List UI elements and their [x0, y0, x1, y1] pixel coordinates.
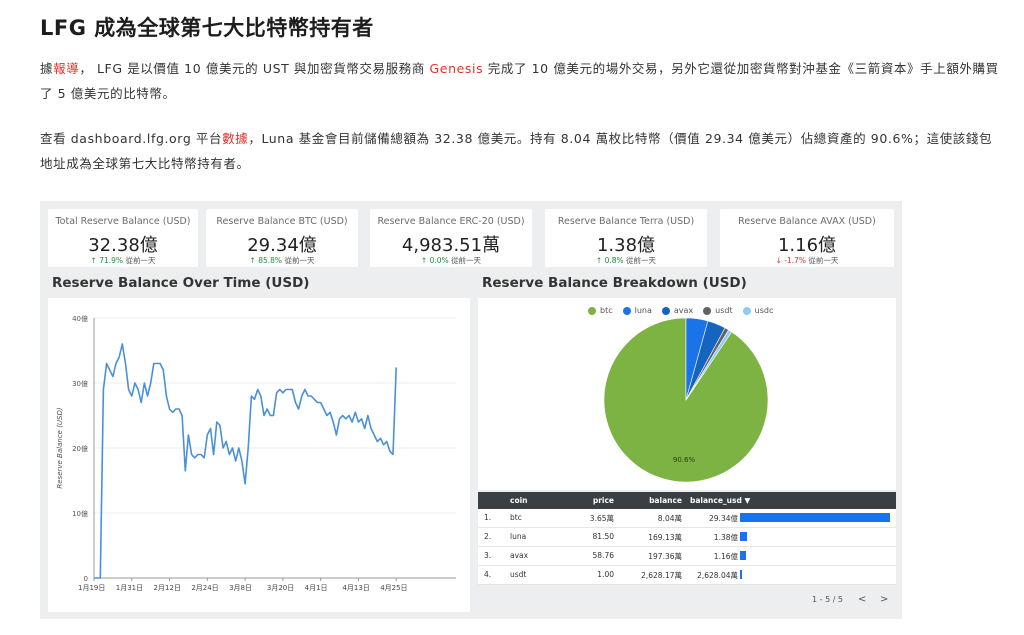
card-btc: Reserve Balance BTC (USD) 29.34億 ↑ 85.8%… — [206, 209, 358, 267]
balance-bar — [740, 551, 746, 560]
header-coin[interactable]: coin — [510, 496, 528, 505]
x-tick-label: 2月12日 — [154, 584, 181, 592]
x-tick-label: 1月19日 — [78, 584, 105, 592]
legend-item-luna: luna — [622, 306, 652, 315]
x-tick-label: 3月20日 — [267, 584, 294, 592]
series-line — [94, 343, 397, 579]
x-tick-label: 2月24日 — [191, 584, 218, 592]
balance-bar — [740, 570, 742, 579]
genesis-link[interactable]: Genesis — [430, 61, 484, 76]
card-label: Total Reserve Balance (USD) — [55, 216, 191, 227]
card-label: Reserve Balance Terra (USD) — [557, 216, 695, 227]
balance-table: coin price balance balance_usd ▼ 1. btc … — [478, 492, 896, 585]
legend-item-btc: btc — [588, 306, 613, 315]
arrow-up-icon: ↑ — [595, 256, 603, 265]
article-title: LFG 成為全球第七大比特幣持有者 — [40, 16, 374, 40]
card-value: 4,983.51萬 — [401, 235, 501, 256]
pie-chart-panel: 90.6% — [478, 298, 896, 490]
arrow-up-icon: ↑ — [90, 256, 97, 265]
y-tick-label: 30億 — [72, 379, 88, 388]
x-tick-label: 3月8日 — [229, 584, 252, 592]
table-row: 3. avax 58.76 197.36萬 1.16億 — [478, 547, 896, 566]
card-erc20: Reserve Balance ERC-20 (USD) 4,983.51萬 ↑… — [370, 209, 532, 267]
card-terra: Reserve Balance Terra (USD) 1.38億 ↑ 0.8%… — [545, 209, 707, 267]
card-label: Reserve Balance ERC-20 (USD) — [377, 216, 525, 227]
x-tick-label: 4月13日 — [342, 584, 369, 592]
x-tick-label: 4月1日 — [305, 584, 328, 592]
line-chart-panel: 0 10億 20億 30億 40億 1月19日 1月31日 2月12日 2月24日 3月8日 3月2… — [48, 298, 470, 612]
y-tick-label: 0 — [84, 575, 88, 583]
paragraph-1: 據報導， LFG 是以價值 10 億美元的 UST 與加密貨幣交易服務商 Gen… — [40, 61, 999, 101]
y-tick-label: 10億 — [72, 509, 88, 518]
legend-item-avax: avax — [661, 306, 693, 315]
header-balance[interactable]: balance — [649, 496, 682, 505]
pager-text: 1 - 5 / 5 — [812, 595, 844, 604]
card-label: Reserve Balance AVAX (USD) — [738, 216, 876, 227]
table-row: 2. luna 81.50 169.13萬 1.38億 — [478, 528, 896, 547]
arrow-up-icon: ↑ — [420, 256, 428, 265]
table-row: 4. usdt 1.00 2,628.17萬 2,628.04萬 — [478, 566, 896, 585]
arrow-up-icon: ↑ — [249, 256, 256, 265]
table-row: 1. btc 3.65萬 8.04萬 29.34億 — [478, 509, 896, 528]
card-value: 1.16億 — [777, 235, 837, 256]
line-chart-title: Reserve Balance Over Time (USD) — [52, 275, 310, 291]
line-chart: 0 10億 20億 30億 40億 1月19日 1月31日 2月12日 2月24日 3月8日 3月2… — [56, 314, 456, 592]
balance-bar — [740, 532, 748, 541]
pie-slice-label: 90.6% — [673, 456, 696, 464]
report-link[interactable]: 報導 — [53, 61, 79, 76]
pie-chart: 90.6% — [603, 317, 769, 483]
card-avax: Reserve Balance AVAX (USD) 1.16億 ↓ -1.7%… — [720, 209, 894, 267]
card-change: ↓ -1.7% 從前一天 — [775, 256, 839, 265]
pager-prev-icon[interactable]: < — [858, 594, 866, 605]
card-label: Reserve Balance BTC (USD) — [216, 216, 348, 227]
card-total: Total Reserve Balance (USD) 32.38億 ↑ 71.… — [48, 209, 198, 267]
header-balance-usd[interactable]: balance_usd ▼ — [690, 496, 750, 505]
card-value: 32.38億 — [88, 235, 158, 256]
x-tick-label: 4月25日 — [380, 584, 407, 592]
balance-bar — [740, 513, 890, 522]
y-tick-label: 20億 — [72, 444, 88, 453]
card-change: ↑ 0.8% 從前一天 — [595, 256, 657, 265]
header-price[interactable]: price — [593, 496, 614, 505]
pie-legend: btc luna avax usdt usdc — [588, 306, 773, 315]
card-change: ↑ 71.9% 從前一天 — [90, 256, 156, 265]
legend-item-usdc: usdc — [742, 306, 773, 315]
x-tick-label: 1月31日 — [116, 584, 143, 592]
data-link[interactable]: 數據 — [222, 131, 248, 146]
table-header: coin price balance balance_usd ▼ — [478, 492, 896, 509]
pager-next-icon[interactable]: > — [880, 594, 888, 605]
arrow-down-icon: ↓ — [775, 256, 782, 265]
paragraph-2: 查看 dashboard.lfg.org 平台數據，Luna 基金會目前儲備總額… — [40, 131, 993, 171]
card-value: 1.38億 — [596, 235, 656, 256]
card-change: ↑ 85.8% 從前一天 — [249, 256, 315, 265]
card-change: ↑ 0.0% 從前一天 — [420, 256, 482, 265]
legend-item-usdt: usdt — [703, 306, 733, 315]
y-tick-label: 40億 — [72, 314, 88, 323]
card-value: 29.34億 — [247, 235, 317, 256]
y-axis-label: Reserve Balance (USD) — [56, 407, 64, 489]
pie-chart-title: Reserve Balance Breakdown (USD) — [482, 275, 747, 291]
